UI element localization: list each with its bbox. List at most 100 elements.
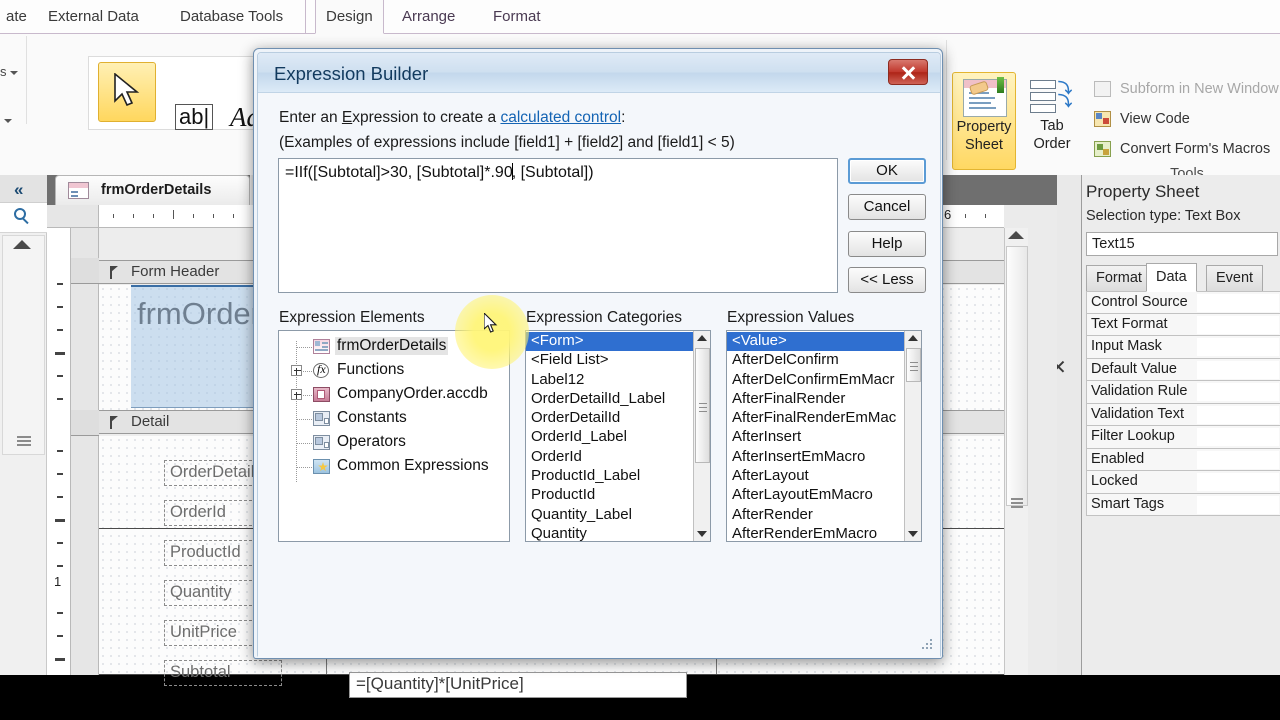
property-sheet-button[interactable]: Property Sheet <box>952 72 1016 170</box>
scroll-up-icon[interactable] <box>908 335 918 341</box>
scrollbar-thumb[interactable] <box>1006 246 1028 506</box>
ribbon-tab-design[interactable]: Design <box>315 0 384 34</box>
category-item[interactable]: ProductId <box>526 486 693 505</box>
ribbon-tab-create[interactable]: ate <box>0 0 37 34</box>
less-button[interactable]: << Less <box>848 267 926 293</box>
property-row[interactable]: Filter Lookup <box>1086 426 1280 449</box>
value-item[interactable]: AfterDelConfirmEmMacr <box>727 371 904 390</box>
category-item[interactable]: ProductId_Label <box>526 467 693 486</box>
view-code-button[interactable]: View Code <box>1092 104 1280 134</box>
scrollbar-thumb[interactable] <box>695 348 710 463</box>
tab-order-icon: ⤵ ⤵ <box>1030 80 1074 116</box>
expression-values-list[interactable]: <Value> AfterDelConfirm AfterDelConfirmE… <box>726 330 922 542</box>
category-item[interactable]: OrderId <box>526 448 693 467</box>
category-item[interactable]: Quantity_Label <box>526 506 693 525</box>
property-row[interactable]: Control Source <box>1086 291 1280 314</box>
calculated-control-link[interactable]: calculated control <box>500 109 621 126</box>
property-value[interactable] <box>1197 315 1279 334</box>
calculated-control-textbox[interactable]: =[Quantity]*[UnitPrice] <box>349 672 687 698</box>
select-tool-button[interactable] <box>98 62 156 122</box>
tab-format[interactable]: Format <box>1086 265 1152 291</box>
section-gutter <box>71 228 99 675</box>
close-icon[interactable] <box>888 59 928 85</box>
category-item[interactable]: Quantity <box>526 525 693 544</box>
property-row[interactable]: Validation Text <box>1086 403 1280 426</box>
property-row[interactable]: Smart Tags <box>1086 493 1280 516</box>
value-item[interactable]: AfterFinalRender <box>727 390 904 409</box>
category-item[interactable]: OrderDetailId <box>526 409 693 428</box>
property-value[interactable] <box>1197 473 1279 491</box>
ribbon-tab-database-tools[interactable]: Database Tools <box>170 0 293 34</box>
convert-macros-icon <box>1094 141 1111 157</box>
ribbon-mini-dropdown-1[interactable]: s <box>0 64 19 79</box>
property-row[interactable]: Default Value <box>1086 358 1280 381</box>
expand-icon[interactable] <box>291 389 302 400</box>
control-subtotal[interactable]: Subtotal <box>164 660 282 686</box>
property-value[interactable] <box>1197 294 1279 312</box>
navigation-search-row[interactable] <box>0 203 47 233</box>
category-item[interactable]: <Field List> <box>526 351 693 370</box>
property-value[interactable] <box>1197 450 1279 469</box>
help-button[interactable]: Help <box>848 231 926 257</box>
property-value[interactable] <box>1197 360 1279 379</box>
property-row[interactable]: Enabled <box>1086 448 1280 471</box>
scroll-up-icon[interactable] <box>697 335 707 341</box>
convert-forms-macros-button[interactable]: Convert Form's Macros <box>1092 134 1280 164</box>
scroll-down-icon[interactable] <box>908 531 918 537</box>
property-value[interactable] <box>1197 405 1279 424</box>
ribbon-tab-format[interactable]: Format <box>483 0 551 34</box>
categories-scrollbar[interactable] <box>693 331 710 541</box>
property-value[interactable] <box>1197 338 1279 356</box>
property-value[interactable] <box>1197 495 1279 514</box>
scrollbar-thumb[interactable] <box>906 348 921 382</box>
control-label-quantity: Quantity <box>170 583 232 601</box>
property-row[interactable]: Text Format <box>1086 313 1280 336</box>
document-tab-frmorderdetails[interactable]: frmOrderDetails <box>55 175 250 205</box>
property-value[interactable] <box>1197 428 1279 446</box>
category-item[interactable]: <Form> <box>526 332 693 352</box>
category-item[interactable]: OrderId_Label <box>526 428 693 447</box>
ribbon-tab-external-data[interactable]: External Data <box>38 0 149 34</box>
property-value[interactable] <box>1197 383 1279 401</box>
property-sheet-object-combo[interactable]: Text15 <box>1086 232 1278 256</box>
tab-event[interactable]: Event <box>1206 265 1264 291</box>
designer-vertical-scrollbar[interactable] <box>1004 228 1028 675</box>
category-item[interactable]: OrderDetailId_Label <box>526 390 693 409</box>
collapse-chevron-icon[interactable]: « <box>14 180 23 200</box>
category-item[interactable]: Label12 <box>526 371 693 390</box>
resize-grip-icon[interactable] <box>920 639 934 653</box>
expand-icon[interactable] <box>291 365 302 376</box>
value-item[interactable]: <Value> <box>727 332 904 352</box>
value-item[interactable]: AfterLayoutEmMacro <box>727 486 904 505</box>
value-item[interactable]: AfterLayout <box>727 467 904 486</box>
control-label-subtotal: Subtotal <box>170 663 231 681</box>
cancel-button[interactable]: Cancel <box>848 194 926 220</box>
value-item[interactable]: AfterRenderEmMacro <box>727 525 904 544</box>
value-item[interactable]: AfterInsert <box>727 428 904 447</box>
expression-categories-list[interactable]: <Form> <Field List> Label12 OrderDetailI… <box>525 330 711 542</box>
tab-data[interactable]: Data <box>1146 263 1197 292</box>
value-item[interactable]: AfterInsertEmMacro <box>727 448 904 467</box>
expression-input[interactable]: =IIf([Subtotal]>30, [Subtotal]*.90, [Sub… <box>278 158 838 293</box>
property-sheet-rows: Control Source Text Format Input Mask De… <box>1086 291 1280 516</box>
ribbon-mini-dropdown-2[interactable] <box>4 112 12 127</box>
ribbon-tab-arrange[interactable]: Arrange <box>392 0 465 34</box>
scroll-down-icon[interactable] <box>697 531 707 537</box>
tab-order-button[interactable]: ⤵ ⤵ Tab Order <box>1022 72 1082 170</box>
property-row[interactable]: Input Mask <box>1086 336 1280 359</box>
scroll-up-icon[interactable] <box>1008 231 1024 239</box>
value-item[interactable]: AfterRender <box>727 506 904 525</box>
navigation-scrollbar[interactable] <box>2 235 45 455</box>
subform-in-new-window-button[interactable]: Subform in New Window <box>1092 74 1280 104</box>
property-row[interactable]: Validation Rule <box>1086 381 1280 404</box>
value-item[interactable]: AfterDelConfirm <box>727 351 904 370</box>
ok-button[interactable]: OK <box>848 158 926 184</box>
scroll-up-icon[interactable] <box>13 240 31 249</box>
values-scrollbar[interactable] <box>904 331 921 541</box>
value-item[interactable]: AfterFinalRenderEmMac <box>727 409 904 428</box>
chevron-down-icon <box>10 70 19 75</box>
dialog-title-bar[interactable]: Expression Builder <box>258 53 940 93</box>
property-row[interactable]: Locked <box>1086 471 1280 494</box>
expression-elements-title: Expression Elements <box>279 309 425 326</box>
textbox-tool-button[interactable]: ab| <box>175 104 214 130</box>
